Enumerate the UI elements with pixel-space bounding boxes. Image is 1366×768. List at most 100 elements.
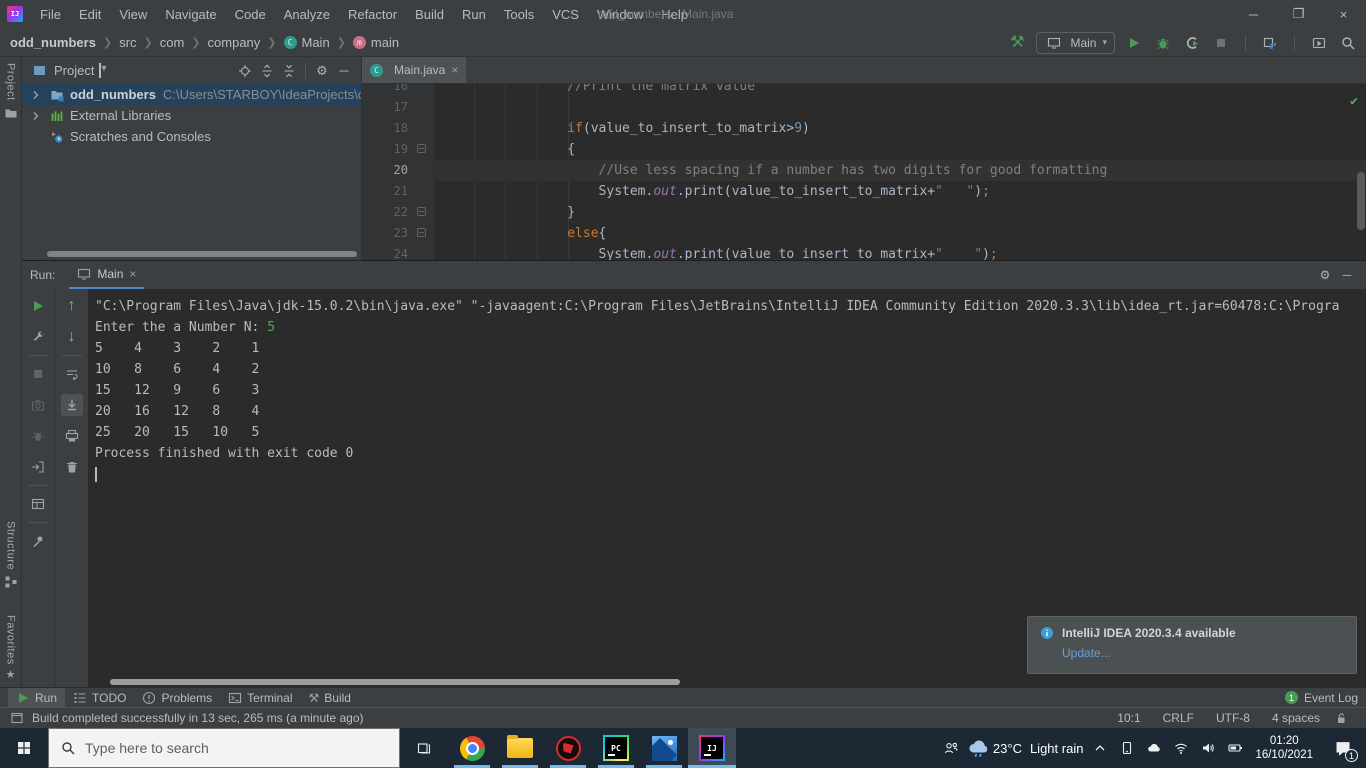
event-log-button[interactable]: 1 Event Log xyxy=(1284,691,1358,705)
menu-refactor[interactable]: Refactor xyxy=(339,0,406,28)
breadcrumb-item-Main[interactable]: C Main xyxy=(283,35,330,50)
console-horizontal-scrollbar[interactable] xyxy=(110,679,680,685)
volume-icon[interactable] xyxy=(1201,741,1215,755)
pin-tab-button[interactable] xyxy=(27,530,49,552)
run-config-combo[interactable]: Main ▾ xyxy=(1036,31,1115,54)
start-button[interactable] xyxy=(0,728,48,768)
code-line-18[interactable]: 18 if(value_to_insert_to_matrix>9) xyxy=(362,118,1366,139)
breadcrumb-item-src[interactable]: src xyxy=(119,35,136,50)
collapse-all-icon[interactable] xyxy=(278,61,300,81)
pycharm-button[interactable]: PC xyxy=(592,728,640,768)
project-structure-button[interactable] xyxy=(1260,33,1280,53)
soft-wrap-button[interactable] xyxy=(61,363,83,385)
code-line-19[interactable]: 19 { xyxy=(362,139,1366,160)
tree-item-scratches-and-consoles[interactable]: Scratches and Consoles xyxy=(22,126,361,147)
run-anything-button[interactable] xyxy=(1309,33,1329,53)
intellij-button[interactable]: IJ xyxy=(688,728,736,768)
status-line-ending[interactable]: CRLF xyxy=(1163,711,1194,725)
window-icon[interactable] xyxy=(10,711,24,725)
breadcrumb-item-main[interactable]: m main xyxy=(352,35,399,50)
build-hammer-icon[interactable]: ⚒ xyxy=(1007,33,1027,53)
expand-all-icon[interactable] xyxy=(256,61,278,81)
coverage-button[interactable] xyxy=(1182,33,1202,53)
menu-navigate[interactable]: Navigate xyxy=(156,0,225,28)
menu-view[interactable]: View xyxy=(110,0,156,28)
fold-marker-icon[interactable] xyxy=(417,207,426,216)
editor-tab-main-java[interactable]: C Main.java × xyxy=(362,57,467,83)
hide-panel-icon[interactable]: ─ xyxy=(1336,269,1358,281)
chevron-right-icon[interactable] xyxy=(28,109,44,123)
thread-snapshot-button[interactable] xyxy=(27,394,49,416)
people-button[interactable] xyxy=(931,728,971,768)
tree-item-external-libraries[interactable]: External Libraries xyxy=(22,105,361,126)
code-line-21[interactable]: 21 System.out.print(value_to_insert_to_m… xyxy=(362,181,1366,202)
tool-tab-favorites[interactable]: Favorites ★ xyxy=(5,615,17,681)
locate-icon[interactable] xyxy=(234,61,256,81)
editor-vertical-scrollbar[interactable] xyxy=(1357,172,1365,230)
project-horizontal-scrollbar[interactable] xyxy=(47,251,357,257)
chevron-down-icon[interactable]: ▼ xyxy=(99,63,108,78)
weather-widget[interactable]: 23°C Light rain xyxy=(969,728,1083,768)
code-line-24[interactable]: 24 System.out.print(value_to_insert_to_m… xyxy=(362,244,1366,260)
file-explorer-button[interactable] xyxy=(496,728,544,768)
toolwindow-tab-build[interactable]: ⚒ Build xyxy=(301,688,359,708)
search-input[interactable] xyxy=(85,740,387,756)
code-area[interactable]: 16 //Print the matrix value 17 18 if(value… xyxy=(362,84,1366,260)
tool-tab-structure[interactable]: Structure xyxy=(4,521,18,589)
status-indent-size[interactable]: 4 spaces xyxy=(1272,711,1320,725)
breadcrumb-item-company[interactable]: company xyxy=(208,35,261,50)
rerun-failed-button[interactable] xyxy=(27,425,49,447)
run-button[interactable] xyxy=(1124,33,1144,53)
action-center-button[interactable]: 1 xyxy=(1326,728,1360,768)
tree-item-odd_numbers[interactable]: odd_numbers C:\Users\STARBOY\IdeaProjects… xyxy=(22,84,361,105)
battery-icon[interactable] xyxy=(1228,741,1243,755)
close-tab-icon[interactable]: × xyxy=(129,267,136,281)
toolwindow-tab-terminal[interactable]: Terminal xyxy=(220,688,300,708)
breadcrumb-item-odd_numbers[interactable]: odd_numbers xyxy=(10,35,96,50)
settings-gear-icon[interactable]: ⚙ xyxy=(311,61,333,81)
code-line-22[interactable]: 22 } xyxy=(362,202,1366,223)
run-tab-main[interactable]: Main × xyxy=(69,261,145,289)
menu-analyze[interactable]: Analyze xyxy=(275,0,339,28)
stop-button[interactable] xyxy=(1211,33,1231,53)
inspections-ok-icon[interactable]: ✔ xyxy=(1350,94,1358,109)
menu-tools[interactable]: Tools xyxy=(495,0,543,28)
code-line-20[interactable]: 20 //Use less spacing if a number has tw… xyxy=(362,160,1366,181)
device-icon[interactable] xyxy=(1120,741,1134,755)
exit-button[interactable] xyxy=(27,456,49,478)
fold-marker-icon[interactable] xyxy=(417,228,426,237)
menu-run[interactable]: Run xyxy=(453,0,495,28)
prev-occurrence-button[interactable]: ↑ xyxy=(61,295,83,317)
chevron-up-icon[interactable] xyxy=(1093,741,1107,755)
menu-vcs[interactable]: VCS xyxy=(543,0,588,28)
print-button[interactable] xyxy=(61,425,83,447)
chevron-right-icon[interactable] xyxy=(28,88,44,102)
fold-marker-icon[interactable] xyxy=(417,144,426,153)
close-icon[interactable]: × xyxy=(1321,0,1366,28)
menu-edit[interactable]: Edit xyxy=(70,0,110,28)
close-tab-icon[interactable]: × xyxy=(451,63,458,77)
settings-gear-icon[interactable]: ⚙ xyxy=(1314,269,1336,281)
rerun-button[interactable] xyxy=(27,295,49,317)
clear-all-button[interactable] xyxy=(61,456,83,478)
toolwindow-tab-todo[interactable]: TODO xyxy=(65,688,134,708)
edit-configuration-button[interactable] xyxy=(27,326,49,348)
tool-tab-project[interactable]: Project xyxy=(4,63,18,120)
lock-icon[interactable] xyxy=(1334,711,1348,725)
task-view-button[interactable] xyxy=(400,728,448,768)
taskbar-search[interactable] xyxy=(48,728,400,768)
taskbar-clock[interactable]: 01:20 16/10/2021 xyxy=(1255,734,1313,762)
menu-file[interactable]: File xyxy=(31,0,70,28)
chrome-button[interactable] xyxy=(448,728,496,768)
code-line-16[interactable]: 16 //Print the matrix value xyxy=(362,84,1366,97)
code-line-23[interactable]: 23 else{ xyxy=(362,223,1366,244)
code-line-17[interactable]: 17 xyxy=(362,97,1366,118)
scroll-to-end-button[interactable] xyxy=(60,394,83,416)
wifi-icon[interactable] xyxy=(1174,741,1188,755)
stop-button[interactable] xyxy=(27,363,49,385)
breadcrumb-item-com[interactable]: com xyxy=(160,35,185,50)
status-message[interactable]: Build completed successfully in 13 sec, … xyxy=(32,711,364,725)
update-notification[interactable]: IntelliJ IDEA 2020.3.4 available Update.… xyxy=(1027,616,1357,674)
update-link[interactable]: Update... xyxy=(1062,646,1344,660)
toolwindow-tab-problems[interactable]: Problems xyxy=(134,688,220,708)
